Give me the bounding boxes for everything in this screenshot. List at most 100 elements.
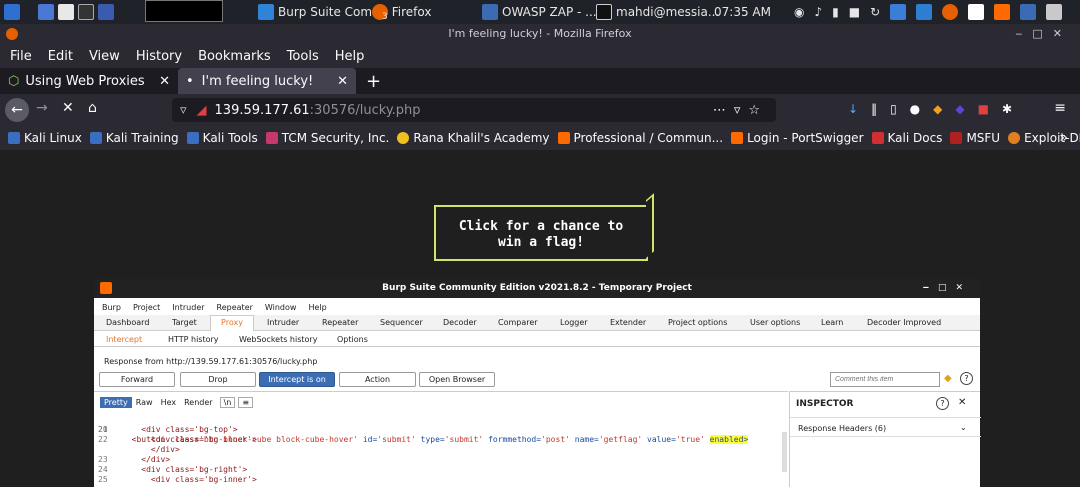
clock[interactable]: 07:35 AM: [714, 0, 771, 24]
tab-close-icon[interactable]: ✕: [159, 74, 170, 89]
insecure-lock-icon[interactable]: ◢: [197, 103, 207, 118]
burp-tab-sequencer[interactable]: Sequencer: [380, 318, 423, 327]
newline-toggle-button[interactable]: \n: [219, 396, 236, 408]
doc-icon[interactable]: [968, 4, 985, 20]
url-bar[interactable]: ▿ ◢ 139.59.177.61 :30576 /lucky.php ⋯▿☆: [172, 98, 776, 122]
burp-tab-repeater[interactable]: Repeater: [322, 318, 358, 327]
comment-input[interactable]: [830, 372, 940, 387]
tab-close-icon[interactable]: ✕: [337, 74, 348, 89]
forward-button[interactable]: →: [36, 100, 48, 116]
menu-view[interactable]: View: [89, 49, 120, 64]
open-browser-button[interactable]: Open Browser: [419, 372, 495, 387]
burp-tab-target[interactable]: Target: [172, 318, 197, 327]
intercept-toggle-button[interactable]: Intercept is on: [259, 372, 335, 387]
burp-tab-proxy[interactable]: Proxy: [210, 315, 254, 331]
code-view[interactable]: 20 <button class='btn block-cube block-c…: [94, 415, 780, 487]
action-button[interactable]: Action: [339, 372, 416, 387]
tab-using-web-proxies[interactable]: ⬡ Using Web Proxies ✕: [0, 68, 178, 94]
flag-button[interactable]: Click for a chance to win a flag!: [434, 205, 648, 261]
taskbar-zap[interactable]: OWASP ZAP - ...: [482, 0, 597, 24]
sidebar-icon[interactable]: ▯: [890, 102, 897, 116]
account-icon[interactable]: ●: [910, 102, 920, 116]
menu-bookmarks[interactable]: Bookmarks: [198, 49, 271, 64]
burp-tab-extender[interactable]: Extender: [610, 318, 646, 327]
burp-window-controls[interactable]: ‒□✕: [923, 279, 972, 298]
subtab-options[interactable]: Options: [337, 335, 368, 344]
bookmark-kali-linux[interactable]: Kali Linux: [8, 131, 82, 145]
menu-edit[interactable]: Edit: [48, 49, 73, 64]
vscode-icon[interactable]: [916, 4, 933, 20]
extensions-icon[interactable]: ✱: [1002, 102, 1012, 116]
view-tab-raw[interactable]: Raw: [132, 397, 157, 408]
burp-menu-repeater[interactable]: Repeater: [217, 303, 253, 312]
burp-tab-user-options[interactable]: User options: [750, 318, 800, 327]
lock-icon[interactable]: ■: [849, 5, 860, 19]
shield-icon[interactable]: ▿: [180, 103, 187, 118]
firefox-tray-icon[interactable]: [942, 4, 959, 20]
ext-red-icon[interactable]: ■: [978, 102, 989, 116]
burp-menu-window[interactable]: Window: [265, 303, 297, 312]
bookmark-kali-training[interactable]: Kali Training: [89, 131, 179, 145]
ext-icon[interactable]: ◆: [955, 102, 964, 116]
app-tray-icon[interactable]: [1046, 4, 1063, 20]
burp-tab-dashboard[interactable]: Dashboard: [106, 318, 149, 327]
refresh-icon[interactable]: ↻: [870, 5, 880, 19]
help-icon[interactable]: ?: [960, 372, 973, 385]
bookmark-exploit-db[interactable]: Exploit-DB: [1008, 131, 1080, 145]
inspector-close-icon[interactable]: ✕: [958, 397, 966, 408]
burp-tab-decoder[interactable]: Decoder: [443, 318, 477, 327]
tab-im-feeling-lucky[interactable]: • I'm feeling lucky! ✕: [178, 68, 356, 94]
burp-tab-learn[interactable]: Learn: [821, 318, 843, 327]
menu-file[interactable]: File: [10, 49, 32, 64]
subtab-http-history[interactable]: HTTP history: [168, 335, 219, 344]
zap-tray-icon[interactable]: [1020, 4, 1037, 20]
bookmark-kali-docs[interactable]: Kali Docs: [871, 131, 942, 145]
editor-menu-icon[interactable]: ≡: [238, 396, 254, 408]
taskbar-terminal[interactable]: mahdi@messia...: [596, 0, 719, 24]
download-icon[interactable]: ↓: [848, 102, 858, 116]
menu-tools[interactable]: Tools: [287, 49, 319, 64]
view-tab-pretty[interactable]: Pretty: [100, 396, 132, 408]
workspace-preview[interactable]: [145, 0, 223, 22]
app-menu-button[interactable]: ≡: [1054, 100, 1066, 116]
burp-menu-intruder[interactable]: Intruder: [172, 303, 204, 312]
forward-button[interactable]: Forward: [99, 372, 175, 387]
page-actions[interactable]: ⋯▿☆: [713, 103, 768, 118]
bell-icon[interactable]: ♪: [814, 5, 822, 19]
library-icon[interactable]: ‖: [871, 102, 877, 116]
burp-ext-icon[interactable]: ◆: [933, 102, 942, 116]
highlight-icon[interactable]: ◆: [944, 373, 952, 384]
menu-history[interactable]: History: [136, 49, 182, 64]
drop-button[interactable]: Drop: [180, 372, 256, 387]
home-button[interactable]: ⌂: [88, 100, 97, 116]
inspector-help-icon[interactable]: ?: [936, 397, 949, 410]
burp-tab-project-options[interactable]: Project options: [668, 318, 727, 327]
bookmark-kali-tools[interactable]: Kali Tools: [186, 131, 258, 145]
bookmark-tcm-security[interactable]: TCM Security, Inc.: [265, 131, 389, 145]
subtab-intercept[interactable]: Intercept: [106, 335, 142, 344]
battery-icon[interactable]: ▮: [832, 5, 839, 19]
taskbar-firefox[interactable]: 3 Firefox: [372, 0, 431, 24]
burp-tab-decoder-improved[interactable]: Decoder Improved: [867, 318, 941, 327]
bookmark-portswigger-community[interactable]: Professional / Commun...: [557, 131, 723, 145]
workspace-icons[interactable]: [38, 0, 114, 24]
burp-menu-help[interactable]: Help: [308, 303, 326, 312]
subtab-websockets-history[interactable]: WebSockets history: [239, 335, 317, 344]
menu-help[interactable]: Help: [335, 49, 365, 64]
view-tab-render[interactable]: Render: [180, 397, 216, 408]
taskbar-burp[interactable]: Burp Suite Com...: [258, 0, 384, 24]
response-headers-section[interactable]: Response Headers (6) ⌄: [790, 417, 981, 437]
window-controls[interactable]: ‒□✕: [1015, 24, 1072, 44]
browser-icon[interactable]: [890, 4, 907, 20]
bookmarks-overflow-icon[interactable]: »: [1059, 130, 1068, 146]
burp-tab-logger[interactable]: Logger: [560, 318, 588, 327]
burp-tab-intruder[interactable]: Intruder: [267, 318, 299, 327]
view-tab-hex[interactable]: Hex: [157, 397, 181, 408]
speaker-icon[interactable]: ◉: [794, 5, 804, 19]
burp-tab-comparer[interactable]: Comparer: [498, 318, 538, 327]
bookmark-rana-khalil[interactable]: Rana Khalil's Academy: [397, 131, 550, 145]
bookmark-login-portswigger[interactable]: Login - PortSwigger: [731, 131, 864, 145]
burp-tray-icon[interactable]: [994, 4, 1011, 20]
bookmark-msfu[interactable]: MSFU: [950, 131, 1000, 145]
back-button[interactable]: ←: [5, 98, 29, 122]
